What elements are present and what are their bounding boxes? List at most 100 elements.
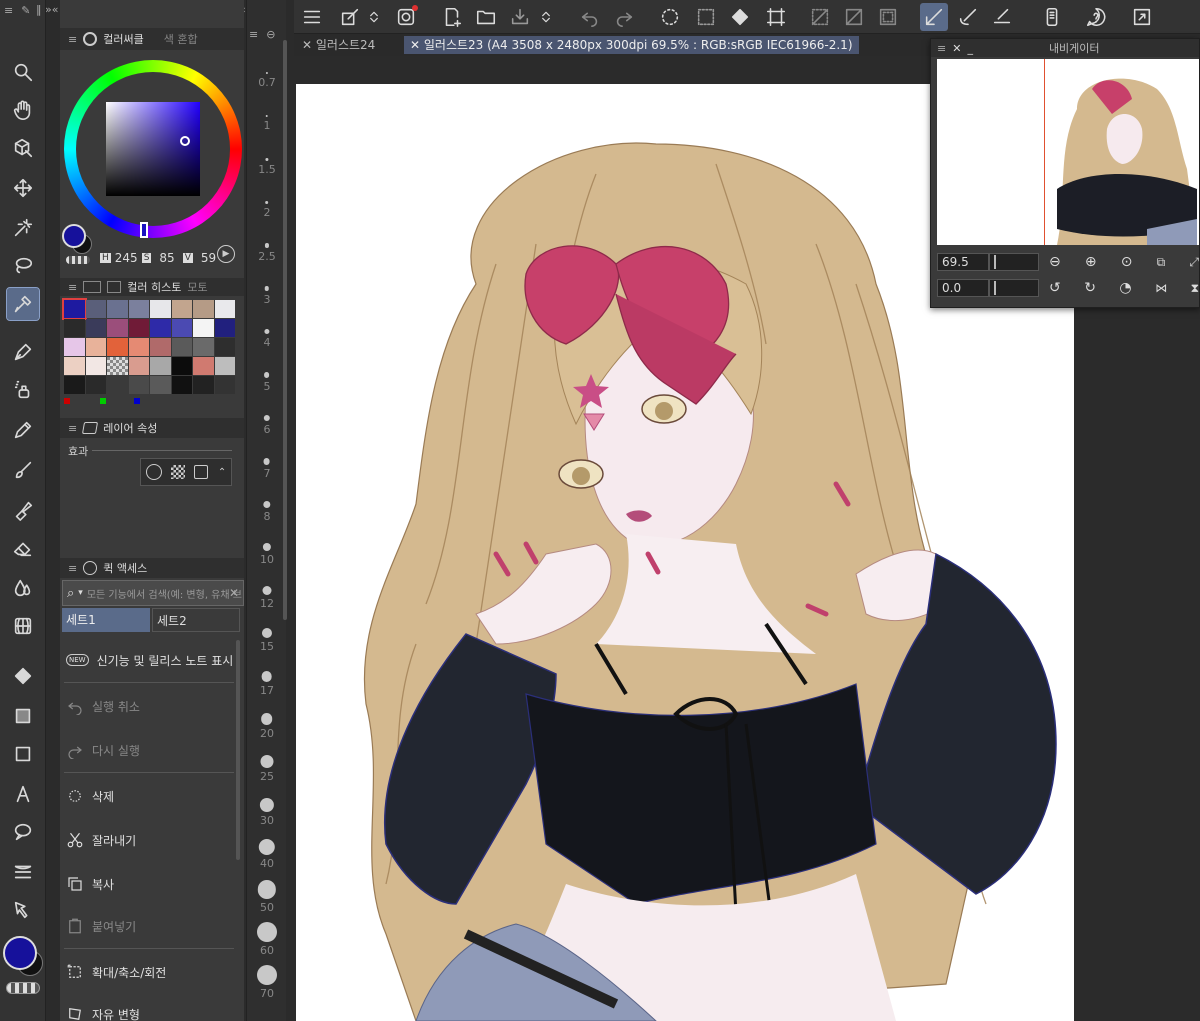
color-swatch[interactable] xyxy=(107,376,128,394)
color-swatch[interactable] xyxy=(85,357,106,375)
new-file-button[interactable] xyxy=(438,3,466,31)
color-set-tab-icon[interactable] xyxy=(83,281,102,293)
clear-icon[interactable]: ✕ xyxy=(229,586,239,600)
color-swatch[interactable] xyxy=(171,357,192,375)
color-swatch[interactable] xyxy=(214,319,235,337)
qa-copy[interactable]: 복사 xyxy=(64,864,240,904)
brush-size-label[interactable]: 10 xyxy=(247,553,287,566)
color-swatch[interactable] xyxy=(64,319,85,337)
color-circle-tab[interactable]: 컬러써클 xyxy=(103,31,143,47)
brush-size-dot[interactable] xyxy=(264,200,269,205)
companion-button[interactable] xyxy=(392,3,420,31)
snap-special-ruler-button[interactable] xyxy=(954,3,982,31)
qa-undo[interactable]: 실행 취소 xyxy=(64,686,240,726)
color-history-tab-icon[interactable] xyxy=(107,281,122,293)
pen-tool[interactable] xyxy=(7,336,39,368)
color-swatch[interactable] xyxy=(171,338,192,356)
color-swatch[interactable] xyxy=(128,338,149,356)
ruler-tool[interactable] xyxy=(7,856,39,888)
gradient-tool[interactable] xyxy=(7,700,39,732)
deselect-button[interactable] xyxy=(806,3,834,31)
clear-outside-button[interactable] xyxy=(692,3,720,31)
brush-size-dot[interactable] xyxy=(265,114,268,118)
eyedropper-tool[interactable] xyxy=(6,287,40,321)
selection-border-button[interactable] xyxy=(874,3,902,31)
color-swatch[interactable] xyxy=(64,357,85,375)
menu-icon[interactable]: ≡ xyxy=(4,4,13,18)
clear-button[interactable] xyxy=(656,3,684,31)
brush-size-label[interactable]: 7 xyxy=(247,467,287,480)
qa-redo[interactable]: 다시 실행 xyxy=(64,730,240,770)
text-tool[interactable] xyxy=(7,778,39,810)
brush-size-dot[interactable] xyxy=(260,713,273,725)
brush-size-scrollbar[interactable] xyxy=(283,40,287,620)
fill-button[interactable] xyxy=(726,3,754,31)
main-color-swatch[interactable] xyxy=(3,936,37,970)
color-swatch[interactable] xyxy=(62,298,87,320)
color-swatch[interactable] xyxy=(85,376,106,394)
figure-tool[interactable] xyxy=(7,610,39,642)
object-tool[interactable] xyxy=(7,132,39,164)
color-swatch[interactable] xyxy=(107,338,128,356)
zoom-tool[interactable] xyxy=(7,56,39,88)
color-swatch[interactable] xyxy=(193,357,214,375)
qa-delete[interactable]: 삭제 xyxy=(64,776,240,816)
panel-menu-icon[interactable]: ≡ xyxy=(68,422,77,435)
fit-window-icon[interactable]: ⧉ xyxy=(1157,255,1166,270)
color-history-tab[interactable]: 컬러 히스토 xyxy=(127,279,181,295)
minimize-icon[interactable]: _ xyxy=(967,42,973,55)
qa-cut[interactable]: 잘라내기 xyxy=(64,820,240,860)
color-swatch[interactable] xyxy=(193,319,214,337)
color-mix-tab[interactable]: 색 혼합 xyxy=(164,31,198,47)
device-settings-button[interactable] xyxy=(1038,3,1066,31)
undo-button[interactable] xyxy=(576,3,604,31)
set1-tab[interactable]: 세트1 xyxy=(62,608,150,632)
close-icon[interactable]: ✕ xyxy=(302,38,316,52)
brush-size-label[interactable]: 17 xyxy=(247,684,287,697)
brush-size-dot[interactable] xyxy=(264,243,269,248)
close-icon[interactable]: ✕ xyxy=(952,42,961,55)
panel-menu-icon[interactable]: ≡ xyxy=(68,33,77,46)
qa-free-transform[interactable]: 자유 변형 xyxy=(64,994,240,1021)
open-button[interactable] xyxy=(472,3,500,31)
rotate-slider[interactable] xyxy=(989,279,1039,297)
transparent-color-toggle[interactable] xyxy=(6,982,40,994)
rotate-left-icon[interactable]: ↺ xyxy=(1049,280,1061,296)
panel-menu-icon[interactable]: ≡ xyxy=(937,42,946,55)
decoration-tool[interactable] xyxy=(7,494,39,526)
doc-tab-2[interactable]: ✕ 일러스트23 (A4 3508 x 2480px 300dpi 69.5% … xyxy=(404,36,859,54)
brush-size-label[interactable]: 1.5 xyxy=(247,163,287,176)
brush-tool[interactable] xyxy=(7,454,39,486)
chevron-up-down-button[interactable] xyxy=(538,3,554,31)
invert-selection-button[interactable] xyxy=(840,3,868,31)
color-swatch[interactable] xyxy=(171,376,192,394)
brush-size-dot[interactable] xyxy=(265,71,268,74)
brush-size-dot[interactable] xyxy=(263,457,270,465)
sv-picker-handle[interactable] xyxy=(180,136,190,146)
zoom-in-icon[interactable]: ⊕ xyxy=(1085,254,1097,270)
brush-size-label[interactable]: 12 xyxy=(247,597,287,610)
approx-color-tab[interactable]: 모토 xyxy=(187,279,207,295)
brush-size-label[interactable]: 3 xyxy=(247,293,287,306)
snap-grid-button[interactable] xyxy=(988,3,1016,31)
color-swatch[interactable] xyxy=(150,319,171,337)
brush-size-dot[interactable] xyxy=(263,371,270,378)
color-swatch[interactable] xyxy=(128,300,149,318)
brush-size-dot[interactable] xyxy=(263,329,270,335)
color-swatch[interactable] xyxy=(107,300,128,318)
blend-tool[interactable] xyxy=(7,572,39,604)
brush-size-label[interactable]: 70 xyxy=(247,987,287,1000)
snap-ruler-button[interactable] xyxy=(920,3,948,31)
brush-size-dot[interactable] xyxy=(258,838,275,856)
rotate-right-icon[interactable]: ↻ xyxy=(1084,280,1096,296)
brush-size-dot[interactable] xyxy=(262,543,271,552)
color-swatch[interactable] xyxy=(150,376,171,394)
flip-vertical-icon[interactable]: ⧗ xyxy=(1191,281,1199,296)
color-swatch[interactable] xyxy=(107,319,128,337)
color-swatch[interactable] xyxy=(193,300,214,318)
zoom-slider[interactable] xyxy=(989,253,1039,271)
transform-button[interactable] xyxy=(762,3,790,31)
brush-size-label[interactable]: 25 xyxy=(247,770,287,783)
dropdown-chevron-icon[interactable]: ▾ xyxy=(78,588,83,598)
collapse-left-icon[interactable]: ‖ »« xyxy=(36,3,58,16)
